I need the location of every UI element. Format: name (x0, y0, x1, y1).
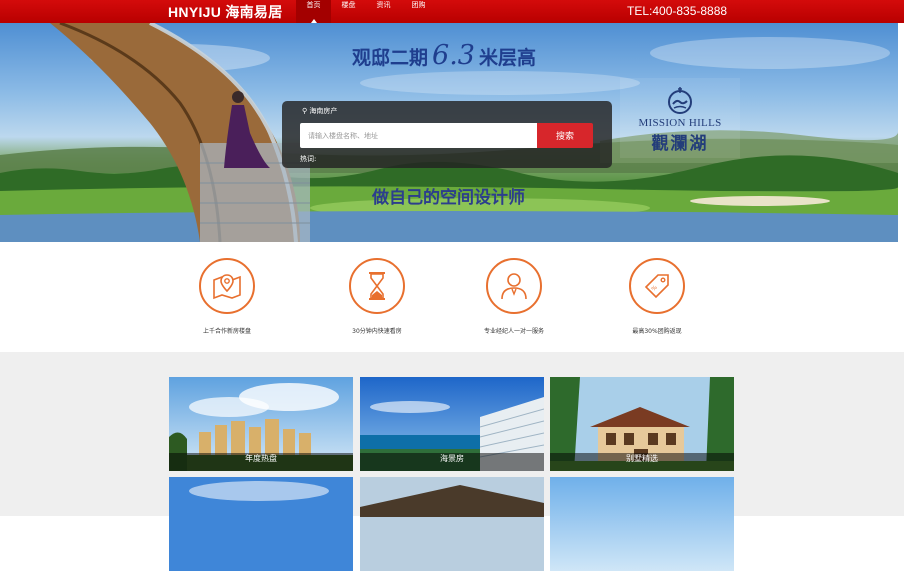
search-input[interactable] (300, 123, 537, 148)
feature-item: 专业经纪人一对一服务 (449, 258, 579, 335)
map-pin-icon (199, 258, 255, 314)
tile-caption: 别墅精选 (550, 453, 734, 471)
location-pin-icon: ⚲ (302, 107, 308, 115)
feature-item: 30分钟内快速看房 (312, 258, 442, 335)
gallery-tile[interactable] (169, 477, 353, 571)
svg-text:%: % (651, 285, 659, 293)
feature-item: % 最高30%团购返现 (592, 258, 722, 335)
search-button[interactable]: 搜索 (537, 123, 593, 148)
gallery-tile-sea-view[interactable]: 海景房 (360, 377, 544, 471)
tile-image (550, 477, 734, 571)
gallery-tile-villas[interactable]: 别墅精选 (550, 377, 734, 471)
discount-tag-icon: % (629, 258, 685, 314)
tile-caption: 海景房 (360, 453, 544, 471)
nav-item-group-buy[interactable]: 团购 (401, 0, 436, 23)
tile-image (169, 477, 353, 571)
search-panel: ⚲ 海南房产 搜索 热词: (282, 101, 612, 168)
mission-hills-logo-icon (668, 87, 692, 114)
hotline-phone: TEL:400-835-8888 (627, 4, 728, 18)
site-logo[interactable]: HNYIJU 海南易居 (168, 2, 283, 22)
nav-item-news[interactable]: 资讯 (366, 0, 401, 23)
mission-hills-brand: MISSION HILLS 觀瀾湖 (628, 85, 732, 154)
banner-headline: 观邸二期 6.3 米层高 (352, 40, 536, 71)
features-section: 上千合作新房楼盘 30分钟内快速看房 专业经纪人一对一服务 % 最高30%团购返… (0, 242, 904, 352)
search-city-label: ⚲ 海南房产 (302, 106, 337, 116)
nav-item-label: 首页 (306, 1, 321, 9)
feature-label: 最高30%团购返现 (632, 328, 682, 335)
nav-item-label: 资讯 (376, 1, 391, 9)
tile-image (360, 477, 544, 571)
gallery-tile[interactable] (550, 477, 734, 571)
feature-label: 30分钟内快速看房 (352, 328, 402, 335)
nav-item-home[interactable]: 首页 (296, 0, 331, 23)
main-nav: 首页 楼盘 资讯 团购 (296, 0, 436, 23)
headline-text: 观邸二期 (352, 47, 429, 69)
headline-text: 米层高 (478, 47, 536, 69)
gallery-section: 年度热盘 海景房 别墅精选 (0, 352, 904, 571)
feature-item: 上千合作新房楼盘 (162, 258, 292, 335)
hot-keywords-label: 热词: (300, 155, 317, 163)
tile-caption: 年度热盘 (169, 453, 353, 471)
feature-label: 上千合作新房楼盘 (202, 328, 251, 335)
top-nav-bar: HNYIJU 海南易居 首页 楼盘 资讯 团购 TEL:400-835-8888 (0, 0, 904, 23)
search-city-name: 海南房产 (309, 107, 338, 115)
brand-name-en: MISSION HILLS (638, 117, 722, 129)
hero-banner[interactable]: 观邸二期6.3米层高 MISSION HILLS 觀瀾湖 ⚲ 海南房产 搜索 热… (0, 23, 898, 242)
hourglass-icon (349, 258, 405, 314)
nav-item-properties[interactable]: 楼盘 (331, 0, 366, 23)
nav-item-label: 团购 (411, 1, 426, 9)
feature-label: 专业经纪人一对一服务 (483, 328, 544, 335)
agent-icon (486, 258, 542, 314)
nav-item-label: 楼盘 (341, 1, 356, 9)
headline-number: 6.3 (432, 40, 475, 71)
banner-slogan: 做自己的空间设计师 (372, 188, 525, 208)
gallery-tile-hot-projects[interactable]: 年度热盘 (169, 377, 353, 471)
brand-name-cn: 觀瀾湖 (651, 134, 709, 154)
gallery-tile[interactable] (360, 477, 544, 571)
